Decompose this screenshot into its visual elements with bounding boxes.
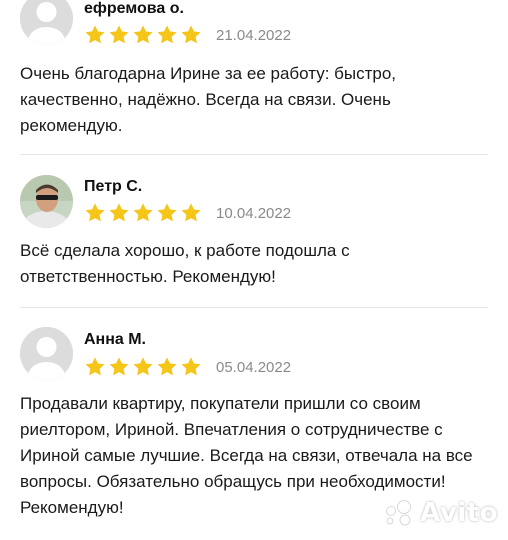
rating-stars [84, 202, 202, 224]
review-date: 05.04.2022 [216, 359, 292, 376]
review-text: Очень благодарна Ирине за ее работу: быс… [20, 64, 397, 135]
default-avatar-icon [20, 0, 73, 45]
user-avatar[interactable] [20, 327, 73, 380]
star-icon [157, 203, 177, 222]
star-icon [133, 25, 153, 44]
review-date: 21.04.2022 [216, 27, 292, 44]
star-icon [157, 357, 177, 376]
star-icon [181, 25, 201, 44]
review-author: Петр С. [84, 178, 143, 195]
user-avatar[interactable] [20, 0, 73, 45]
avito-logo-icon [386, 500, 412, 526]
star-icon [157, 25, 177, 44]
default-avatar-icon [20, 327, 73, 380]
star-icon [109, 203, 129, 222]
rating-stars [84, 356, 202, 378]
star-icon [85, 203, 105, 222]
review-date: 10.04.2022 [216, 205, 292, 222]
star-icon [85, 357, 105, 376]
user-avatar[interactable] [20, 175, 73, 228]
watermark-label: Avito [420, 498, 498, 528]
review-text: Всё сделала хорошо, к работе подошла с о… [20, 241, 350, 286]
star-icon [133, 357, 153, 376]
review-divider [20, 307, 488, 308]
review-author: Анна М. [84, 331, 146, 348]
star-icon [133, 203, 153, 222]
star-icon [109, 25, 129, 44]
star-icon [181, 357, 201, 376]
star-icon [85, 25, 105, 44]
star-icon [181, 203, 201, 222]
avito-watermark: Avito [382, 498, 498, 528]
photo-avatar-icon [20, 175, 73, 228]
review-divider [20, 154, 488, 155]
review-author: ефремова о. [84, 0, 184, 17]
rating-stars [84, 24, 202, 46]
star-icon [109, 357, 129, 376]
